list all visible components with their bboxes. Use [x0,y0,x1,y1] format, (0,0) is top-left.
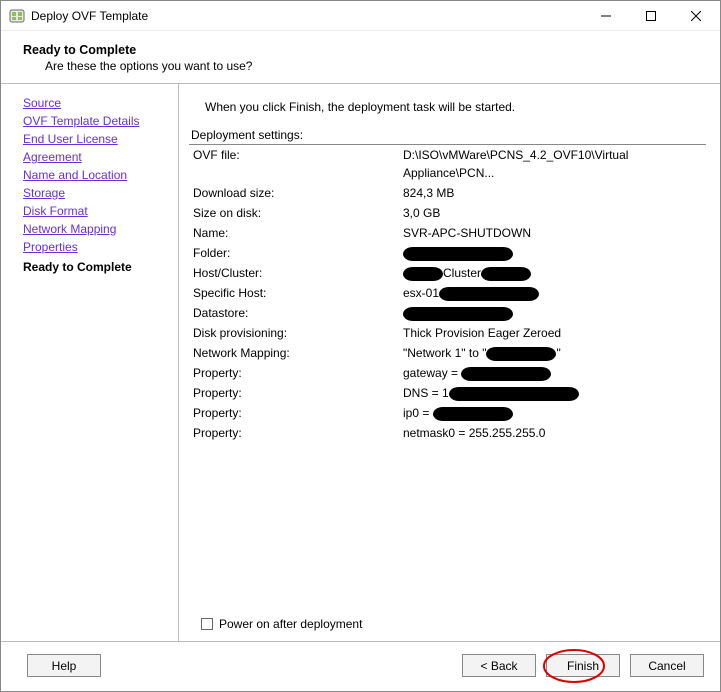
step-properties[interactable]: Properties [23,238,170,256]
window-title: Deploy OVF Template [31,9,148,23]
redacted-icon [403,307,513,321]
setting-key: Size on disk: [189,203,399,223]
setting-value: "Network 1" to "" [399,343,706,363]
step-name-location[interactable]: Name and Location [23,166,170,184]
wizard-steps-sidebar: Source OVF Template Details End User Lic… [1,84,179,641]
redacted-icon [403,267,443,281]
setting-value: esx-01 [399,283,706,303]
maximize-button[interactable] [628,2,673,30]
setting-key: Property: [189,383,399,403]
redacted-icon [439,287,539,301]
deployment-settings-table: OVF file:D:\ISO\vMWare\PCNS_4.2_OVF10\Vi… [189,145,706,443]
setting-value: Cluster [399,263,706,283]
setting-value: SVR-APC-SHUTDOWN [399,223,706,243]
redacted-icon [449,387,579,401]
cancel-button[interactable]: Cancel [630,654,704,677]
table-row: Size on disk:3,0 GB [189,203,706,223]
setting-key: Disk provisioning: [189,323,399,343]
setting-key: Host/Cluster: [189,263,399,283]
wizard-footer: Help < Back Finish Cancel [1,641,720,691]
power-on-label: Power on after deployment [219,617,362,631]
instruction-text: When you click Finish, the deployment ta… [189,94,706,128]
redacted-icon [481,267,531,281]
step-current: Ready to Complete [23,258,170,276]
setting-key: Network Mapping: [189,343,399,363]
step-network-mapping[interactable]: Network Mapping [23,220,170,238]
wizard-body: Source OVF Template Details End User Lic… [1,84,720,641]
redacted-icon [461,367,551,381]
table-row: Host/Cluster:Cluster [189,263,706,283]
maximize-icon [646,11,656,21]
step-storage[interactable]: Storage [23,184,170,202]
setting-key: Folder: [189,243,399,263]
close-button[interactable] [673,2,718,30]
wizard-main: When you click Finish, the deployment ta… [179,84,720,641]
close-icon [691,11,701,21]
table-row: Property:gateway = [189,363,706,383]
setting-value: 824,3 MB [399,183,706,203]
setting-key: Property: [189,403,399,423]
finish-button[interactable]: Finish [546,654,620,677]
page-title: Ready to Complete [23,43,704,57]
setting-key: Name: [189,223,399,243]
redacted-icon [403,247,513,261]
titlebar: Deploy OVF Template [1,1,720,31]
setting-value: DNS = 1 [399,383,706,403]
table-row: Folder: [189,243,706,263]
redacted-icon [486,347,556,361]
setting-value: D:\ISO\vMWare\PCNS_4.2_OVF10\Virtual App… [399,145,706,183]
settings-label: Deployment settings: [189,128,706,144]
power-on-checkbox[interactable] [201,618,213,630]
table-row: OVF file:D:\ISO\vMWare\PCNS_4.2_OVF10\Vi… [189,145,706,183]
setting-value [399,243,706,263]
step-disk-format[interactable]: Disk Format [23,202,170,220]
setting-value: gateway = [399,363,706,383]
setting-key: OVF file: [189,145,399,183]
table-row: Datastore: [189,303,706,323]
table-row: Specific Host:esx-01 [189,283,706,303]
wizard-header: Ready to Complete Are these the options … [1,31,720,84]
step-eula[interactable]: End User License Agreement [23,130,170,166]
table-row: Disk provisioning:Thick Provision Eager … [189,323,706,343]
table-row: Property:netmask0 = 255.255.255.0 [189,423,706,443]
table-row: Network Mapping:"Network 1" to "" [189,343,706,363]
setting-value: 3,0 GB [399,203,706,223]
back-button[interactable]: < Back [462,654,536,677]
step-ovf-details[interactable]: OVF Template Details [23,112,170,130]
table-row: Property:ip0 = [189,403,706,423]
setting-value: Thick Provision Eager Zeroed [399,323,706,343]
table-row: Property:DNS = 1 [189,383,706,403]
setting-value: netmask0 = 255.255.255.0 [399,423,706,443]
minimize-button[interactable] [583,2,628,30]
setting-value [399,303,706,323]
settings-box: OVF file:D:\ISO\vMWare\PCNS_4.2_OVF10\Vi… [189,144,706,607]
setting-key: Property: [189,423,399,443]
step-source[interactable]: Source [23,94,170,112]
app-icon [9,8,25,24]
power-on-row: Power on after deployment [189,607,706,635]
table-row: Download size:824,3 MB [189,183,706,203]
setting-key: Specific Host: [189,283,399,303]
page-subtitle: Are these the options you want to use? [45,59,704,73]
setting-value: ip0 = [399,403,706,423]
minimize-icon [601,11,611,21]
setting-key: Datastore: [189,303,399,323]
setting-key: Property: [189,363,399,383]
setting-key: Download size: [189,183,399,203]
redacted-icon [433,407,513,421]
help-button[interactable]: Help [27,654,101,677]
table-row: Name:SVR-APC-SHUTDOWN [189,223,706,243]
